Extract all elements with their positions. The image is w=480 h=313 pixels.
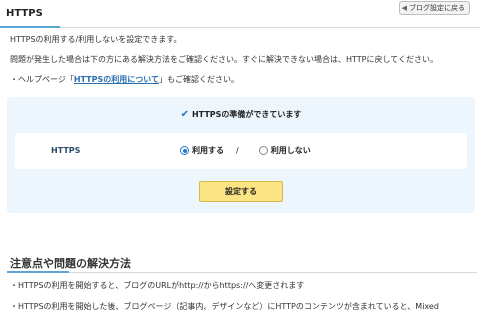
back-button-label: ブログ設定に戻る xyxy=(409,4,465,12)
checkmark-icon: ✔ xyxy=(180,109,189,120)
option-separator: / xyxy=(236,146,239,155)
radio-use-https[interactable] xyxy=(180,146,189,155)
https-option-row: HTTPS 利用する / 利用しない xyxy=(15,133,467,169)
https-settings-panel: ✔ HTTPSの準備ができています HTTPS 利用する / 利用しない 設定する xyxy=(7,97,475,213)
use-https-option[interactable]: 利用する xyxy=(180,145,224,156)
notes-divider xyxy=(7,272,477,273)
back-arrow-icon: ◀ xyxy=(401,4,407,12)
notes-title-underline xyxy=(7,271,69,273)
help-suffix: 」もご確認ください。 xyxy=(159,75,240,84)
title-underline xyxy=(0,26,60,28)
save-settings-button[interactable]: 設定する xyxy=(199,181,283,202)
help-page-link[interactable]: HTTPSの利用について xyxy=(74,75,159,84)
notes-section-title: 注意点や問題の解決方法 xyxy=(10,257,131,270)
note-item: ・HTTPSの利用を開始すると、ブログのURLがhttp://からhttps:/… xyxy=(10,281,305,290)
https-row-label: HTTPS xyxy=(51,146,81,155)
no-https-option[interactable]: 利用しない xyxy=(258,145,311,156)
https-radio-group: 利用する / 利用しない xyxy=(180,145,311,156)
use-https-label[interactable]: 利用する xyxy=(192,145,224,156)
intro-line-2: 問題が発生した場合は下の方にある解決方法をご確認ください。すぐに解決できない場合… xyxy=(10,55,438,64)
no-https-label[interactable]: 利用しない xyxy=(271,145,311,156)
page-title: HTTPS xyxy=(6,8,43,19)
back-to-blog-settings-button[interactable]: ◀ ブログ設定に戻る xyxy=(398,1,470,15)
help-line: ・ヘルプページ「HTTPSの利用について」もご確認ください。 xyxy=(10,74,239,85)
note-item: ・HTTPSの利用を開始した後、ブログページ（記事内、デザインなど）にHTTPの… xyxy=(10,302,439,311)
help-prefix: ・ヘルプページ「 xyxy=(10,75,74,84)
page-header: HTTPS ◀ ブログ設定に戻る xyxy=(0,0,480,28)
https-ready-text: HTTPSの準備ができています xyxy=(191,110,302,119)
intro-line-1: HTTPSの利用する/利用しないを設定できます。 xyxy=(10,35,182,44)
https-ready-status: ✔ HTTPSの準備ができています xyxy=(7,109,475,120)
radio-no-https[interactable] xyxy=(258,146,268,155)
